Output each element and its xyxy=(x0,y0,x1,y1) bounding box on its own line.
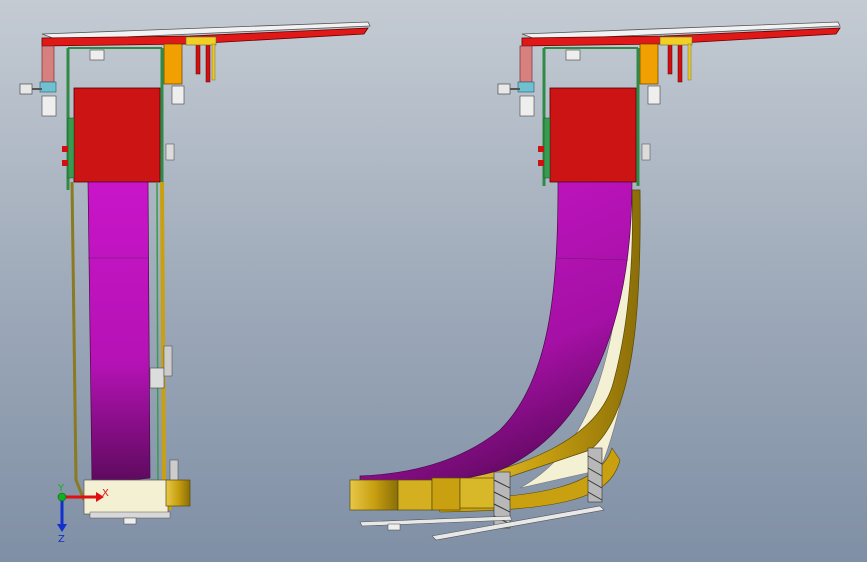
motor-block xyxy=(73,87,161,183)
model-view-retracted[interactable] xyxy=(19,21,371,525)
belt-end-block xyxy=(349,479,399,511)
cylinder-fitting xyxy=(517,81,535,93)
cylinder-body xyxy=(41,45,55,83)
motor-block xyxy=(549,87,637,183)
orange-bracket xyxy=(639,43,659,85)
motor-side-bolt xyxy=(165,143,175,161)
bottom-plate xyxy=(359,515,513,527)
x-axis-label: X xyxy=(102,488,109,499)
z-axis-arrowhead xyxy=(57,524,67,532)
motor-side-green xyxy=(543,117,551,179)
motor-tab xyxy=(62,160,68,166)
cylinder-knob xyxy=(19,83,33,95)
model-view-extended[interactable] xyxy=(349,21,841,541)
fitting xyxy=(647,85,661,105)
bottom-plate xyxy=(89,511,171,519)
y-axis-dot xyxy=(57,492,67,502)
belt-end-block xyxy=(397,479,433,511)
left-rail xyxy=(70,181,86,501)
motor-side-bolt xyxy=(641,143,651,161)
yellow-bracket-leg xyxy=(687,43,692,81)
side-bracket xyxy=(169,459,179,483)
belt-end-block xyxy=(459,477,497,509)
gripper-roller xyxy=(587,447,603,503)
red-pin xyxy=(677,43,683,83)
side-bracket xyxy=(163,345,173,377)
cylinder-body xyxy=(519,45,533,83)
motor-side-green xyxy=(67,117,75,179)
yellow-bracket xyxy=(659,36,693,46)
side-bracket xyxy=(149,367,165,389)
motor-tab xyxy=(538,146,544,152)
red-pin xyxy=(667,43,673,75)
cylinder-nut xyxy=(41,95,57,117)
z-axis-label: Z xyxy=(58,534,65,545)
fitting xyxy=(89,49,105,61)
cylinder-nut xyxy=(519,95,535,117)
yellow-bracket xyxy=(185,36,217,46)
cylinder-fitting xyxy=(39,81,57,93)
red-pin xyxy=(195,43,201,75)
cylinder-knob xyxy=(497,83,511,95)
motor-tab xyxy=(62,146,68,152)
bottom-gold xyxy=(165,479,191,507)
3d-viewport[interactable]: X Y Z xyxy=(0,0,867,562)
belt-end-block xyxy=(431,477,461,511)
fitting xyxy=(565,49,581,61)
red-pin xyxy=(205,43,211,83)
model-canvas[interactable]: X Y Z xyxy=(0,0,867,562)
yellow-bracket-leg xyxy=(211,43,216,81)
motor-tab xyxy=(538,160,544,166)
orange-bracket xyxy=(163,43,183,85)
belt-straight xyxy=(87,181,151,485)
y-axis-label: Y xyxy=(57,483,65,494)
fitting xyxy=(171,85,185,105)
